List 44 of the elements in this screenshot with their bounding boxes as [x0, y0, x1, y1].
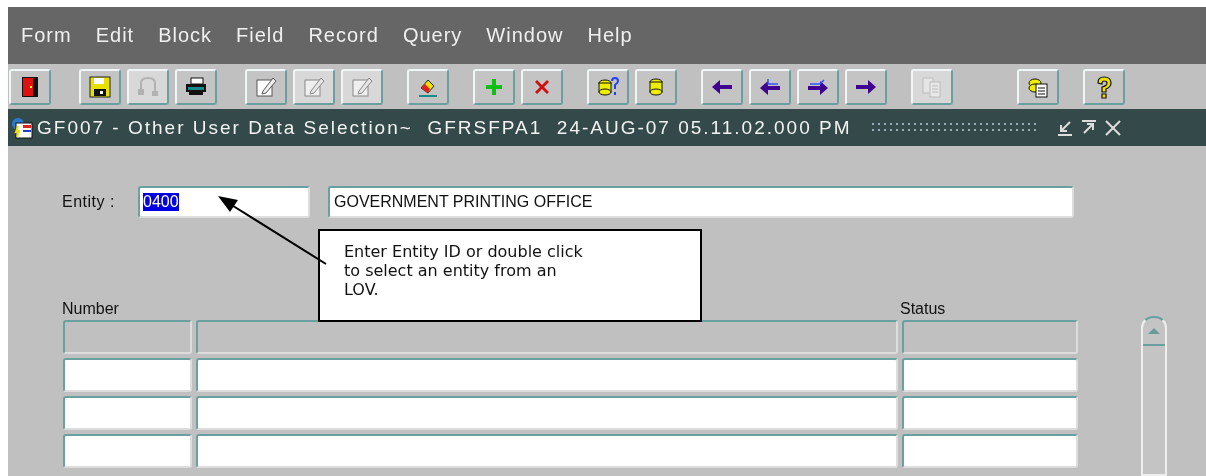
- field-label: Entity :: [62, 193, 116, 211]
- toolbar-button[interactable]: [635, 68, 677, 105]
- menu-item[interactable]: Field: [234, 24, 305, 48]
- menu-item[interactable]: Block: [156, 24, 233, 48]
- database-question-icon: [596, 74, 620, 99]
- entity-input-field[interactable]: 0400: [138, 186, 310, 218]
- table-cell-field[interactable]: [902, 396, 1078, 430]
- table-cell-field[interactable]: [63, 358, 192, 392]
- document-icon: [920, 74, 944, 99]
- up-triangle-icon: [1147, 327, 1161, 335]
- toolbar-button[interactable]: [845, 68, 887, 105]
- column-header: Number: [62, 300, 120, 318]
- toolbar-button[interactable]: [175, 68, 217, 105]
- toolbar-button[interactable]: [701, 68, 743, 105]
- undo-icon: [136, 74, 160, 99]
- column-header: Status: [900, 300, 946, 318]
- toolbar-button[interactable]: [79, 68, 121, 105]
- menu-item[interactable]: Record: [306, 24, 399, 48]
- toolbar-button[interactable]: [749, 68, 791, 105]
- toolbar-button[interactable]: [587, 68, 629, 105]
- toolbar-button[interactable]: [797, 68, 839, 105]
- minimize-icon[interactable]: [1055, 118, 1074, 137]
- table-cell-field[interactable]: [196, 358, 898, 392]
- scrollbar[interactable]: [1141, 316, 1167, 476]
- menu-item[interactable]: Help: [585, 24, 653, 48]
- window-title: GF007 - Other User Data Selection~ GFRSFPA1 24-AUG-07 05.11.02.000 PM: [37, 116, 852, 139]
- menu-item[interactable]: Form: [19, 24, 92, 48]
- table-cell-field[interactable]: [196, 434, 898, 468]
- floppy-icon: [88, 74, 112, 99]
- toolbar-button[interactable]: [1017, 68, 1059, 105]
- table-cell-field[interactable]: [63, 396, 192, 430]
- description-field[interactable]: GOVERNMENT PRINTING OFFICE: [328, 186, 1074, 218]
- menu-item[interactable]: Query: [400, 24, 483, 48]
- menu-item[interactable]: Window: [484, 24, 584, 48]
- toolbar-button[interactable]: [9, 68, 51, 105]
- table-cell-field[interactable]: [902, 434, 1078, 468]
- toolbar-button[interactable]: [1083, 68, 1125, 105]
- menu-item[interactable]: Edit: [93, 24, 155, 48]
- table-cell-field[interactable]: [196, 396, 898, 430]
- form-window-icon: [11, 116, 33, 139]
- table-cell-field[interactable]: [902, 358, 1078, 392]
- callout-box: Enter Entity ID or double click to select an entity from an LOV.: [318, 229, 702, 322]
- table-cell-field[interactable]: [63, 434, 192, 468]
- close-icon[interactable]: [1103, 118, 1122, 137]
